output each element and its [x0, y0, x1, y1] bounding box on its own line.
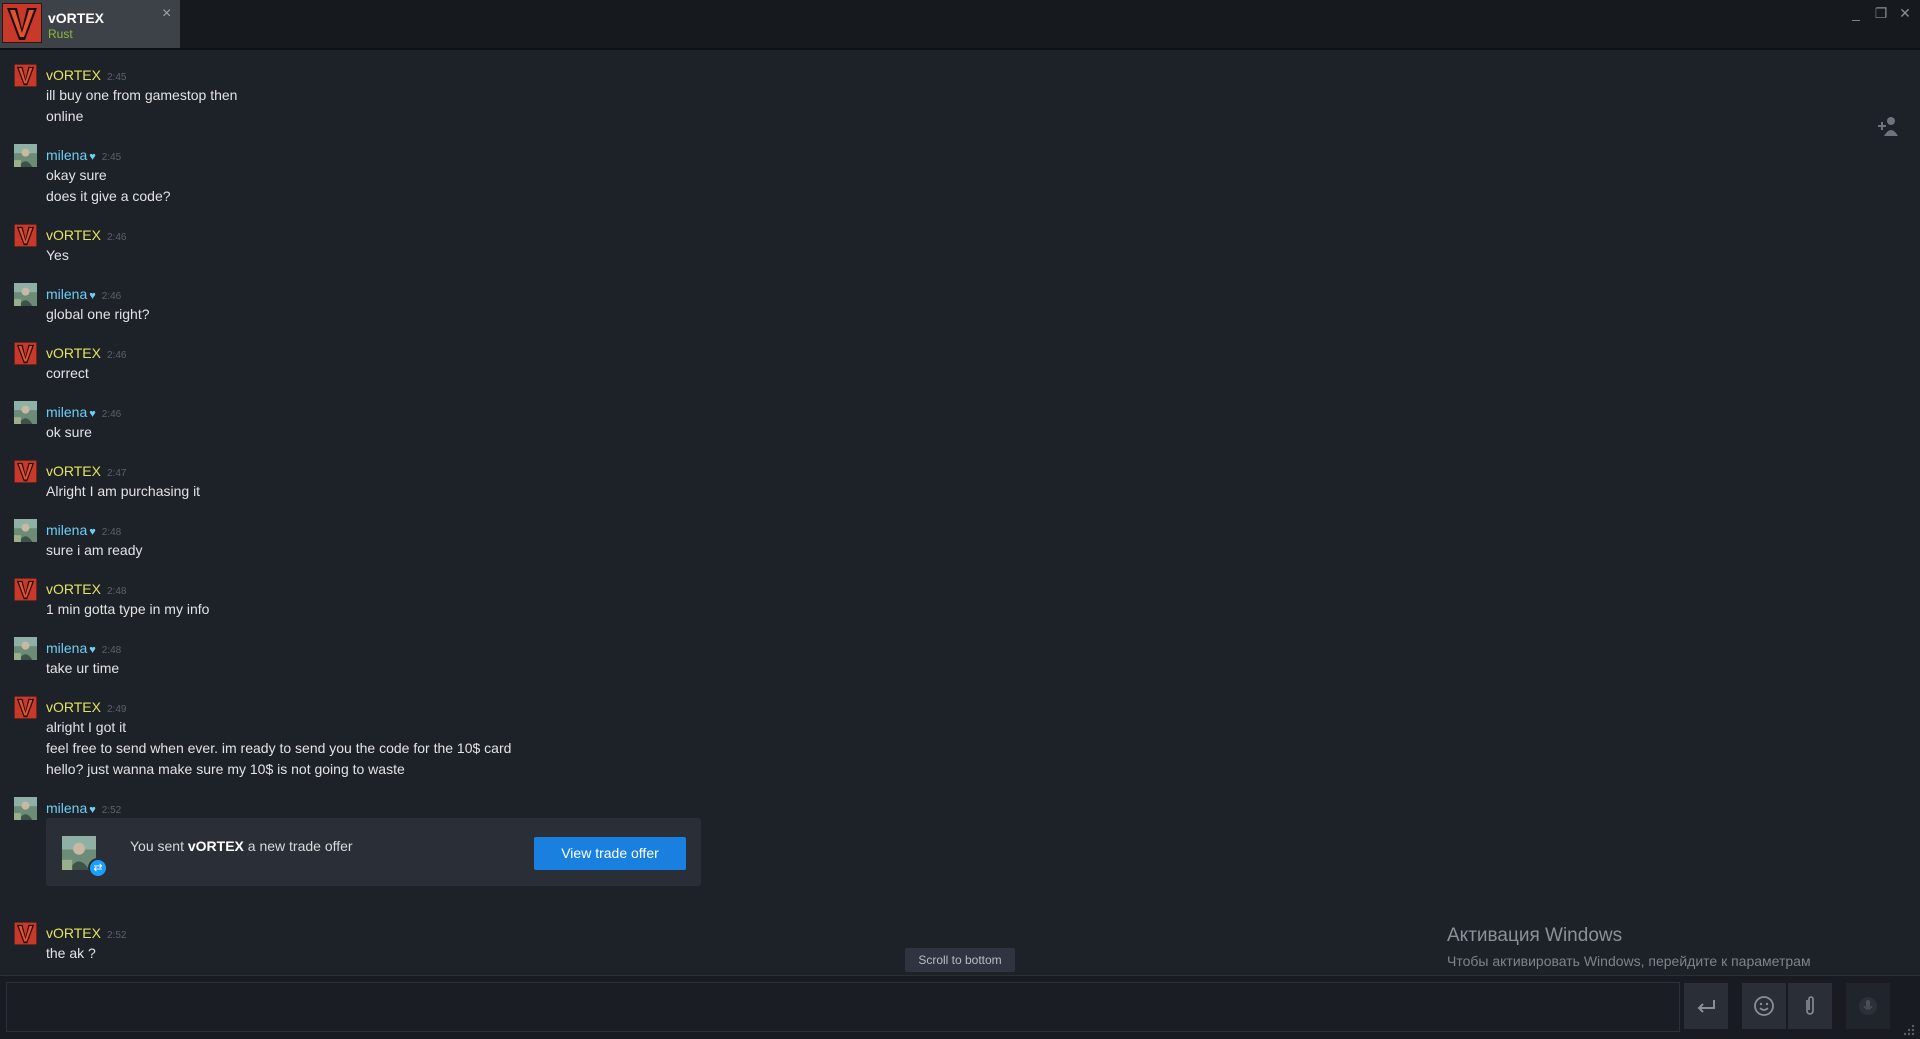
message-text: the ak ? — [46, 945, 96, 961]
heart-icon: ♥ — [89, 290, 96, 302]
trade-icon: ⇄ — [88, 858, 108, 878]
author-name[interactable]: milena — [46, 404, 87, 420]
author-name[interactable]: vORTEX — [46, 345, 101, 361]
tab-game-status: Rust — [48, 27, 73, 41]
trade-partner-name: vORTEX — [187, 838, 244, 854]
vortex-avatar-icon[interactable] — [14, 64, 37, 87]
message-text: take ur time — [46, 660, 120, 676]
author-name[interactable]: vORTEX — [46, 699, 101, 715]
author-name[interactable]: milena — [46, 522, 87, 538]
author-name[interactable]: milena — [46, 147, 87, 163]
message-text: global one right? — [46, 306, 150, 322]
message-text: okay sure — [46, 167, 107, 183]
attach-button[interactable] — [1788, 983, 1832, 1029]
milena-avatar-icon[interactable] — [14, 401, 37, 424]
message-text: ill buy one from gamestop then — [46, 87, 238, 103]
restore-icon[interactable]: ❐ — [1872, 4, 1890, 22]
vortex-avatar-icon — [2, 3, 42, 43]
message-text: 1 min gotta type in my info — [46, 601, 210, 617]
author-name[interactable]: vORTEX — [46, 67, 101, 83]
enter-icon — [1697, 1000, 1715, 1013]
minimize-icon[interactable]: _ — [1847, 4, 1865, 22]
author-name[interactable]: milena — [46, 286, 87, 302]
heart-icon: ♥ — [89, 644, 96, 656]
vortex-avatar-icon[interactable] — [14, 578, 37, 601]
add-friend-icon[interactable] — [1876, 114, 1900, 138]
author-name[interactable]: vORTEX — [46, 925, 101, 941]
timestamp: 2:52 — [101, 805, 122, 816]
author-name[interactable]: vORTEX — [46, 463, 101, 479]
emoji-button[interactable] — [1742, 983, 1786, 1029]
milena-avatar-icon[interactable] — [14, 637, 37, 660]
timestamp: 2:45 — [106, 72, 127, 83]
vortex-avatar-icon[interactable] — [14, 460, 37, 483]
timestamp: 2:47 — [106, 468, 127, 479]
scroll-to-bottom-button[interactable]: Scroll to bottom — [905, 948, 1015, 972]
timestamp: 2:46 — [106, 232, 127, 243]
milena-avatar-icon[interactable] — [14, 797, 37, 820]
message-composer — [0, 975, 1920, 1039]
message-text: ok sure — [46, 424, 92, 440]
timestamp: 2:48 — [101, 527, 122, 538]
author-name[interactable]: vORTEX — [46, 227, 101, 243]
message-text: sure i am ready — [46, 542, 143, 558]
trade-offer-text: You sent vORTEX a new trade offer — [130, 838, 353, 854]
view-trade-offer-button[interactable]: View trade offer — [534, 837, 686, 870]
heart-icon: ♥ — [89, 151, 96, 163]
timestamp: 2:52 — [106, 930, 127, 941]
title-bar: vORTEX Rust × _ ❐ ✕ — [0, 0, 1920, 50]
tab-friend-name: vORTEX — [48, 10, 105, 26]
author-name[interactable]: vORTEX — [46, 581, 101, 597]
window-close-icon[interactable]: ✕ — [1896, 4, 1914, 22]
timestamp: 2:48 — [106, 586, 127, 597]
heart-icon: ♥ — [89, 408, 96, 420]
timestamp: 2:49 — [106, 704, 127, 715]
message-text: alright I got it — [46, 719, 127, 735]
heart-icon: ♥ — [89, 804, 96, 816]
send-button[interactable] — [1684, 983, 1728, 1029]
emoji-icon — [1754, 996, 1774, 1016]
milena-avatar-icon[interactable] — [14, 283, 37, 306]
vortex-avatar-icon[interactable] — [14, 342, 37, 365]
author-name[interactable]: milena — [46, 640, 87, 656]
chat-input[interactable] — [6, 982, 1680, 1032]
timestamp: 2:48 — [101, 645, 122, 656]
tab-close-icon[interactable]: × — [162, 6, 171, 22]
vortex-avatar-icon[interactable] — [14, 224, 37, 247]
message-text: does it give a code? — [46, 188, 171, 204]
milena-avatar-icon[interactable] — [14, 144, 37, 167]
message-text: hello? just wanna make sure my 10$ is no… — [46, 761, 405, 777]
milena-avatar-icon[interactable] — [14, 519, 37, 542]
timestamp: 2:45 — [101, 152, 122, 163]
vortex-avatar-icon[interactable] — [14, 696, 37, 719]
timestamp: 2:46 — [101, 409, 122, 420]
message-text: correct — [46, 365, 89, 381]
timestamp: 2:46 — [106, 350, 127, 361]
attach-icon — [1806, 996, 1814, 1015]
voice-icon — [1859, 997, 1877, 1015]
message-text: feel free to send when ever. im ready to… — [46, 740, 512, 756]
chat-tab-vortex[interactable]: vORTEX Rust × — [0, 0, 180, 48]
heart-icon: ♥ — [89, 526, 96, 538]
author-name[interactable]: milena — [46, 800, 87, 816]
trade-offer-card: ⇄ You sent vORTEX a new trade offer View… — [46, 818, 701, 886]
voice-button[interactable] — [1846, 983, 1890, 1029]
message-text: Alright I am purchasing it — [46, 483, 201, 499]
vortex-avatar-icon[interactable] — [14, 922, 37, 945]
resize-grip-icon[interactable] — [1900, 1021, 1916, 1037]
timestamp: 2:46 — [101, 291, 122, 302]
message-text: Yes — [46, 247, 69, 263]
message-text: online — [46, 108, 84, 124]
